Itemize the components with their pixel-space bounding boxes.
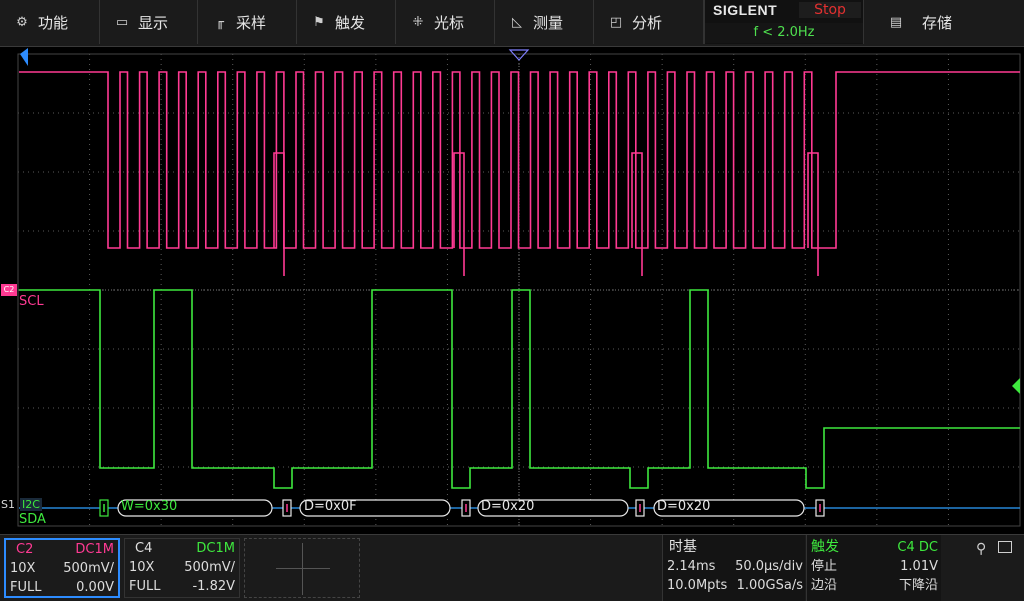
i2c-frame-label: D=0x20 [657,499,711,514]
storage-icon: ▤ [889,14,903,30]
waveform-display[interactable]: SCL C2 S1 I2C SDA W=0x30 D=0x0F D=0x20 D=0x… [0,46,1024,530]
i2c-frame-label: D=0x0F [304,499,357,514]
menu-acquire-button[interactable]: ╓ 采样 [198,0,297,44]
measure-icon: ◺ [512,14,522,30]
bottom-status-bar: C2 DC1M 10X 500mV/ FULL 0.00V C4 DC1M 10X 5… [0,534,1024,601]
channel-markers [20,48,1020,394]
trigger-flag-icon: ⚑ [313,14,325,30]
plus-icon [276,568,330,569]
menu-function-label: 功能 [38,13,69,32]
menu-cursor-label: 光标 [434,13,465,32]
c2-ground-marker[interactable]: C2 [1,284,17,296]
menu-analyze-button[interactable]: ◰ 分析 [594,0,704,44]
trigger-level-marker [1012,378,1020,394]
i2c-frame-label: D=0x20 [481,499,535,514]
menu-display-button[interactable]: ▭ 显示 [100,0,198,44]
trigger-position-marker-left [20,48,28,66]
c4-name: C4 [135,541,153,556]
top-menu-bar: ⚙ 功能 ▭ 显示 ╓ 采样 ⚑ 触发 ⁜ 光标 ◺ 测量 ◰ 分析 SIGLENT Stop f < 2… [0,0,1024,47]
menu-trigger-button[interactable]: ⚑ 触发 [297,0,396,44]
timebase-delay: 2.14ms [667,559,716,574]
cursor-icon: ⁜ [412,14,424,30]
menu-measure-button[interactable]: ◺ 测量 [495,0,594,44]
brand-status-panel: SIGLENT Stop f < 2.0Hz [704,0,864,44]
c2-offset: 0.00V [76,580,114,595]
c2-coupling: DC1M [75,542,114,557]
sample-rate: 1.00GSa/s [736,578,803,593]
trigger-level: 1.01V [900,559,938,574]
trigger-title: 触发 [811,539,839,555]
i2c-frame-label: W=0x30 [121,499,178,514]
menu-trigger-label: 触发 [335,13,366,32]
c4-coupling: DC1M [196,541,235,556]
memory-depth: 10.0Mpts [667,578,728,593]
waveform-canvas[interactable] [0,46,1024,530]
sample-icon: ╓ [216,14,224,30]
scl-ack-pulse [453,152,465,276]
menu-measure-label: 测量 [533,13,564,32]
trigger-source: C4 DC [897,540,938,555]
c4-probe: 10X [129,560,155,575]
add-channel-slot[interactable] [244,538,360,598]
scl-trace-label: SCL [19,294,44,309]
scl-ack-pulse [807,152,819,276]
bus-protocol-label: I2C [20,498,42,511]
trigger-slope: 下降沿 [898,578,938,593]
bus-marker[interactable]: S1 [1,498,15,511]
trigger-frequency: f < 2.0Hz [705,23,863,43]
storage-button[interactable]: ▤ 存储 [862,0,1024,44]
menu-analyze-label: 分析 [632,13,663,32]
c2-probe: 10X [10,561,36,576]
storage-label: 存储 [922,13,953,32]
timebase-scale: 50.0µs/div [735,559,803,574]
channel-4-info[interactable]: C4 DC1M 10X 500mV/ FULL -1.82V [124,538,240,598]
trigger-type: 边沿 [811,578,838,593]
timebase-panel[interactable]: 时基 2.14ms 50.0µs/div 10.0Mpts 1.00GSa/s [662,535,805,601]
menu-acquire-label: 采样 [236,13,267,32]
scl-ack-pulse [273,152,285,276]
network-icon [998,541,1012,553]
c4-offset: -1.82V [192,579,235,594]
c4-scale: 500mV/ [184,560,235,575]
monitor-icon: ▭ [115,14,129,30]
gear-icon: ⚙ [16,14,28,30]
c2-name: C2 [16,542,34,557]
timebase-title: 时基 [669,539,697,555]
trigger-panel[interactable]: 触发 C4 DC 停止 1.01V 边沿 下降沿 [806,535,941,601]
scl-ack-pulse [631,152,643,276]
sda-trace-label: SDA [19,512,46,527]
trigger-level-label: 停止 [811,559,838,574]
menu-function-button[interactable]: ⚙ 功能 [0,0,100,44]
run-stop-status[interactable]: Stop [799,2,861,18]
analyze-icon: ◰ [609,14,623,30]
menu-display-label: 显示 [138,13,169,32]
c2-scale: 500mV/ [63,561,114,576]
channel-2-info[interactable]: C2 DC1M 10X 500mV/ FULL 0.00V [4,538,120,598]
c4-bandwidth: FULL [129,579,161,594]
usb-icon: ⚲ [976,541,987,557]
menu-cursor-button[interactable]: ⁜ 光标 [396,0,495,44]
c2-bandwidth: FULL [10,580,42,595]
siglent-logo: SIGLENT [713,2,778,18]
